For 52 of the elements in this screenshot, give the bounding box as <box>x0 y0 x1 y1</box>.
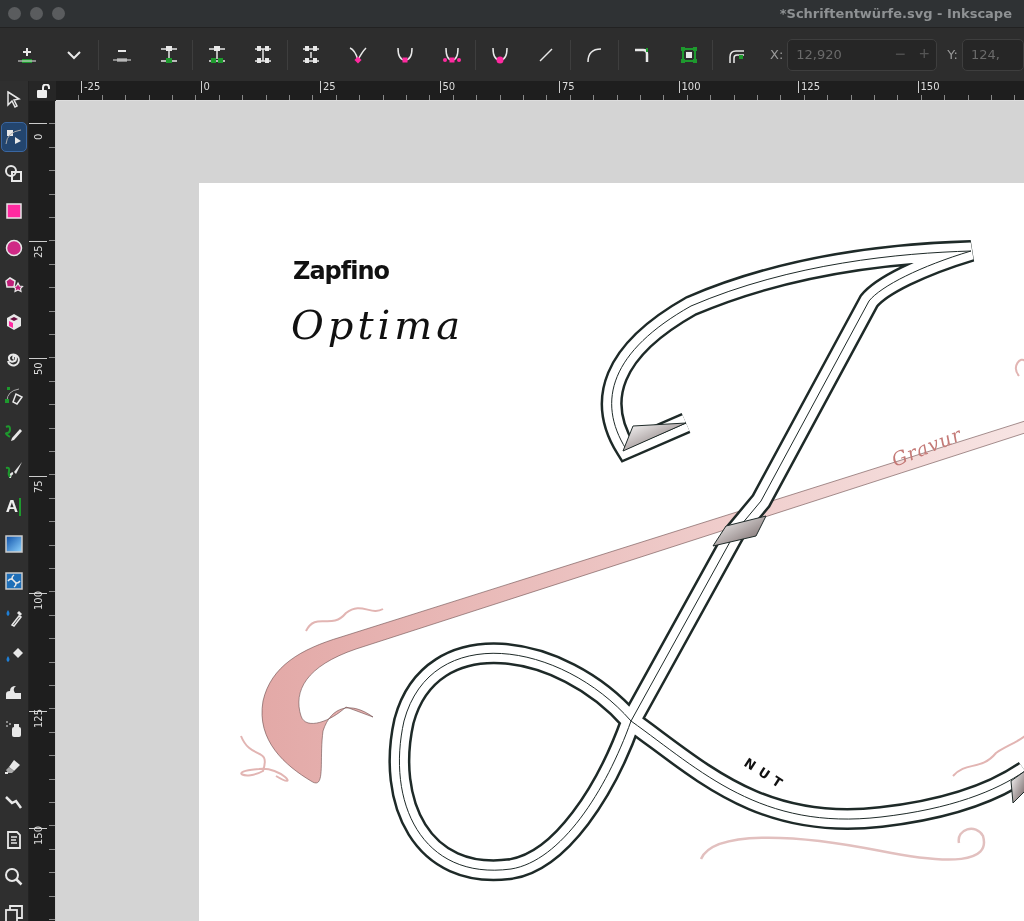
square-icon <box>4 201 24 221</box>
y-coordinate-field[interactable]: 124, <box>961 38 1024 71</box>
break-path-icon <box>206 44 227 65</box>
lock-toggle[interactable] <box>29 81 56 101</box>
cusp-node-icon <box>348 44 369 65</box>
ruler-label: 125 <box>798 81 918 93</box>
delete-segment-icon <box>301 44 322 65</box>
paint-bucket-icon <box>4 645 24 665</box>
spray-can-icon <box>4 719 24 739</box>
pen-nib-icon <box>4 386 24 406</box>
x-label: X: <box>770 47 784 62</box>
ruler-label: 25 <box>33 244 44 258</box>
ruler-label: 125 <box>33 708 44 728</box>
cube-icon <box>4 312 24 332</box>
gradient-square-icon <box>4 534 24 554</box>
ruler-label: 50 <box>439 81 559 93</box>
ruler-label: 150 <box>917 81 1024 93</box>
ruler-label: 25 <box>320 81 440 93</box>
ruler-label: 75 <box>33 479 44 493</box>
text-tool-button[interactable]: A <box>1 492 27 522</box>
join-nodes-icon <box>158 44 179 65</box>
pencil-icon <box>4 423 24 443</box>
ruler-label: 50 <box>33 362 44 375</box>
ruler-label: 0 <box>33 133 44 140</box>
page-icon <box>4 830 24 850</box>
overlapping-shapes-icon <box>4 164 24 184</box>
node-tool-icon <box>4 127 24 147</box>
star-icon <box>4 275 24 295</box>
ruler-label: 100 <box>678 81 798 93</box>
x-value-input[interactable]: 12,920 <box>788 46 889 63</box>
ruler-label: -25 <box>81 81 201 93</box>
search-icon <box>4 867 24 887</box>
y-label: Y: <box>947 47 958 62</box>
ruler-label: 0 <box>200 81 320 93</box>
font-sample-text: Optima <box>291 302 465 348</box>
x-coordinate-field[interactable]: 12,920 − + <box>787 38 938 71</box>
y-value-input[interactable]: 124, <box>962 46 1023 63</box>
circle-icon <box>4 238 24 258</box>
bounding-box-icon <box>678 44 699 65</box>
mesh-square-icon <box>4 571 24 591</box>
ruler-label: 100 <box>33 590 44 610</box>
eyedropper-icon <box>4 608 24 628</box>
increment-button[interactable]: + <box>912 44 937 65</box>
ruler-label: 75 <box>559 81 679 93</box>
node-tool-button[interactable] <box>1 122 27 152</box>
ruler-label: 150 <box>33 825 44 845</box>
padlock-icon <box>35 84 50 98</box>
window-title: *Schriftentwürfe.svg - Inkscape <box>779 6 1012 21</box>
documents-icon <box>4 904 24 921</box>
decrement-button[interactable]: − <box>888 44 913 65</box>
join-segment-icon <box>253 44 274 65</box>
font-sample-text: Zapfino <box>293 257 390 285</box>
